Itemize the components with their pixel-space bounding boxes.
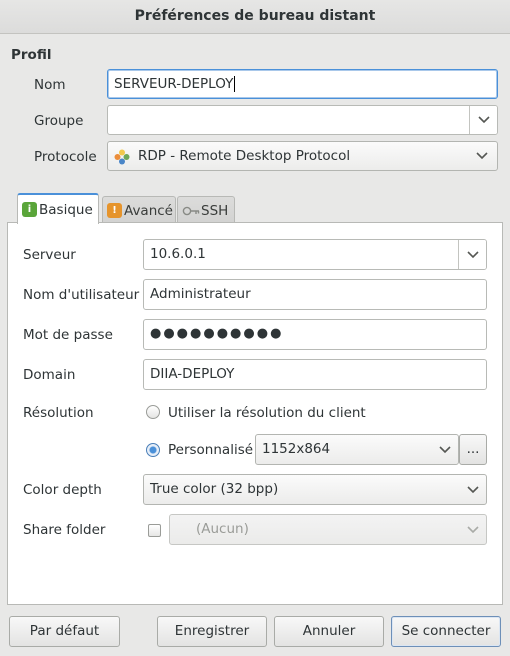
chevron-down-icon (476, 152, 488, 160)
chevron-down-icon (467, 485, 479, 493)
domain-label: Domain (23, 367, 76, 383)
share-folder-chooser[interactable]: (Aucun) (169, 514, 487, 545)
chevron-down-icon (466, 250, 479, 258)
advanced-settings-icon: ! (107, 203, 122, 218)
share-folder-checkbox[interactable] (148, 524, 161, 537)
chevron-down-icon (439, 445, 451, 453)
resolution-client-radio[interactable] (146, 405, 160, 419)
resolution-custom-label[interactable]: Personnalisé (168, 441, 253, 459)
resolution-dropdown-arrow (439, 435, 451, 464)
protocol-dropdown-arrow (476, 142, 488, 170)
chevron-down-icon (467, 525, 479, 533)
share-folder-value: (Aucun) (196, 521, 249, 537)
tab-ssh[interactable]: SSH (177, 196, 235, 224)
cancel-button[interactable]: Annuler (274, 616, 384, 647)
basic-settings-icon: i (22, 202, 37, 217)
protocol-label: Protocole (34, 149, 97, 165)
profile-section-label: Profil (11, 47, 52, 63)
group-combo[interactable] (107, 105, 498, 135)
domain-field[interactable]: DIIA-DEPLOY (143, 359, 487, 390)
ssh-key-icon (182, 206, 200, 215)
protocol-dropdown[interactable]: RDP - Remote Desktop Protocol (107, 141, 498, 171)
resolution-dropdown[interactable]: 1152x864 (255, 434, 459, 465)
default-button[interactable]: Par défaut (9, 616, 120, 647)
connect-button[interactable]: Se connecter (391, 616, 501, 647)
tab-basique[interactable]: i Basique (17, 193, 99, 224)
resolution-custom-radio[interactable] (146, 443, 160, 457)
resolution-label: Résolution (23, 405, 94, 421)
chevron-down-icon (477, 116, 490, 124)
password-label: Mot de passe (23, 327, 113, 343)
color-depth-dropdown[interactable]: True color (32 bpp) (143, 474, 487, 505)
name-field[interactable]: SERVEUR-DEPLOY (107, 69, 498, 99)
password-field[interactable]: ●●●●●●●●●● (143, 319, 487, 350)
save-button[interactable]: Enregistrer (157, 616, 267, 647)
share-folder-label: Share folder (23, 522, 106, 538)
server-label: Serveur (23, 247, 76, 263)
share-folder-arrow (467, 515, 479, 544)
username-label: Nom d'utilisateur (23, 287, 140, 303)
color-depth-value: True color (32 bpp) (150, 481, 279, 497)
group-label: Groupe (34, 113, 84, 129)
tab-avance-label: Avancé (124, 202, 173, 219)
rdp-plugin-icon (114, 149, 130, 165)
name-label: Nom (34, 77, 66, 93)
resolution-client-label[interactable]: Utiliser la résolution du client (168, 404, 366, 422)
protocol-dropdown-value: RDP - Remote Desktop Protocol (138, 148, 351, 164)
username-field[interactable]: Administrateur (143, 279, 487, 310)
server-combo-button[interactable] (458, 240, 486, 269)
resolution-dropdown-value: 1152x864 (262, 441, 331, 457)
server-combo[interactable]: 10.6.0.1 (143, 239, 487, 270)
server-combo-value: 10.6.0.1 (150, 246, 206, 262)
tab-avance[interactable]: ! Avancé (102, 196, 176, 224)
name-field-value: SERVEUR-DEPLOY (114, 76, 234, 92)
text-cursor (234, 76, 236, 92)
resolution-more-button[interactable]: ... (459, 434, 487, 465)
color-depth-arrow (467, 475, 479, 504)
color-depth-label: Color depth (23, 482, 102, 498)
group-combo-button[interactable] (469, 106, 497, 134)
tab-ssh-label: SSH (201, 202, 229, 219)
window-title: Préférences de bureau distant (0, 0, 510, 34)
tab-basique-label: Basique (39, 201, 93, 218)
